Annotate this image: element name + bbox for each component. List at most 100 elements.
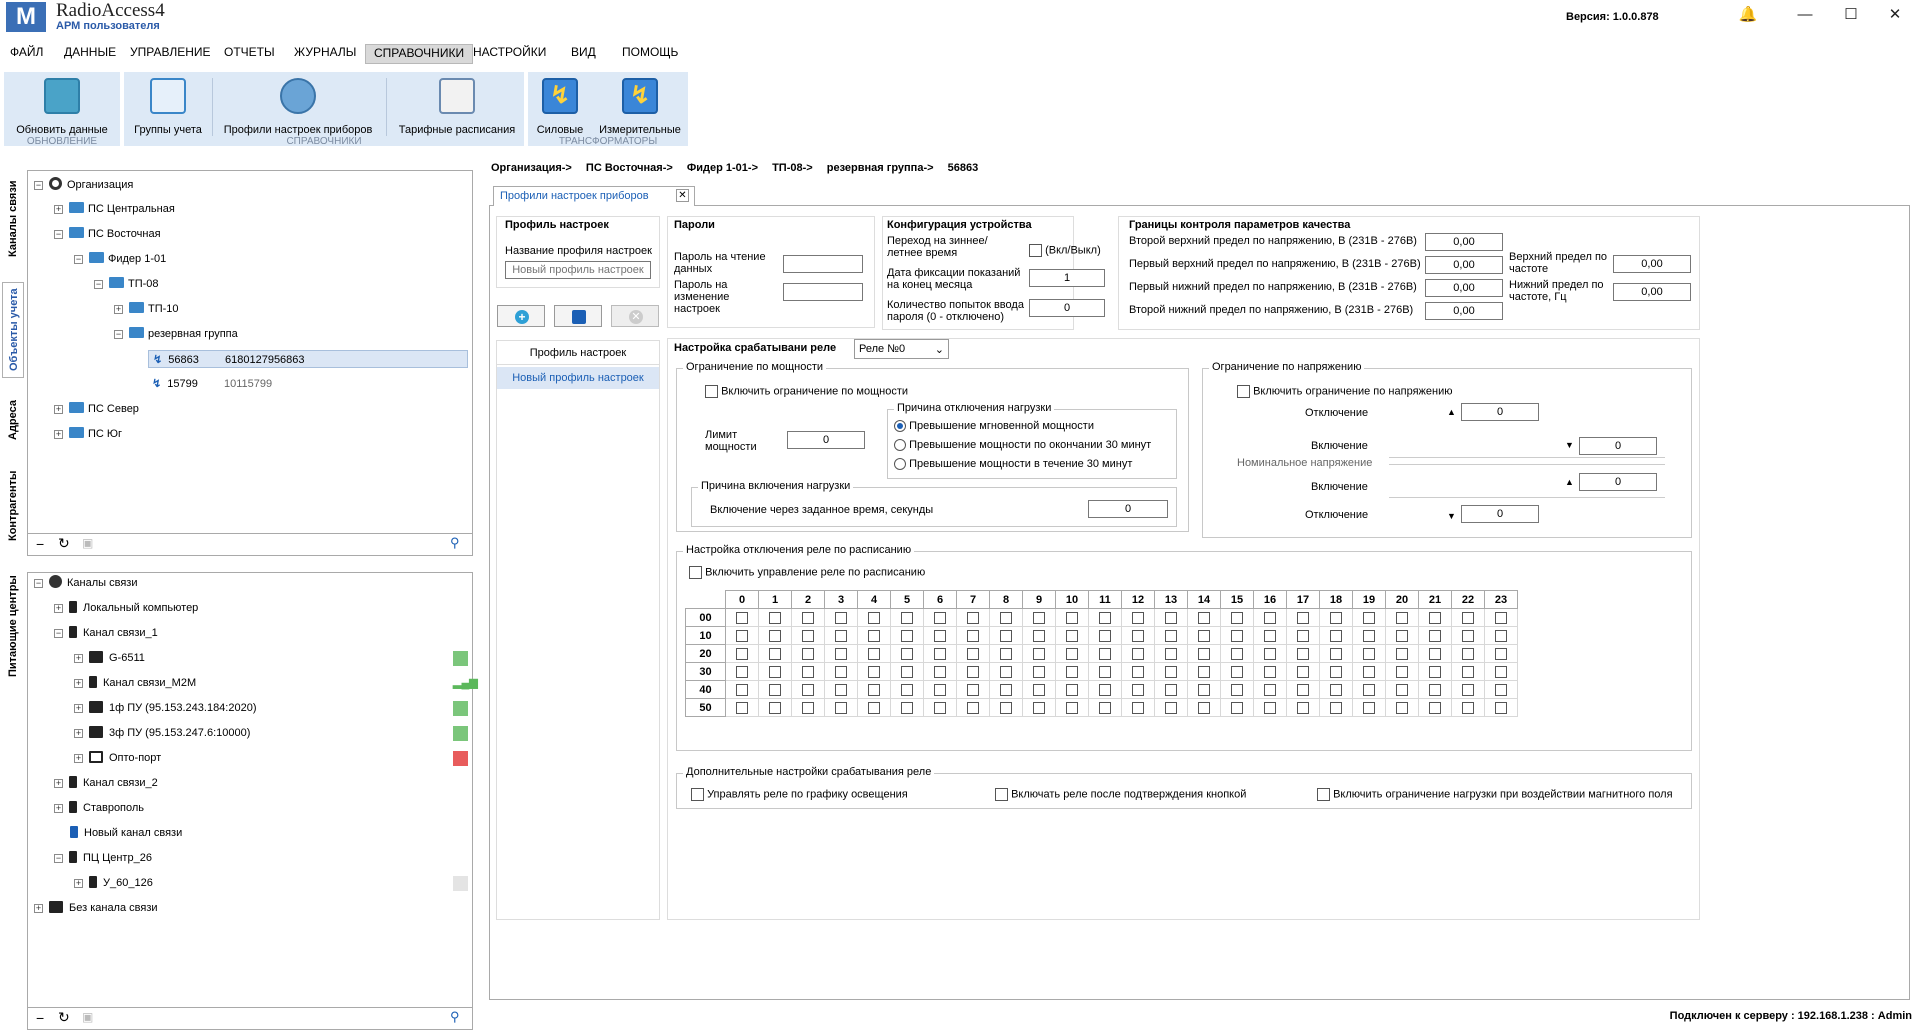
- schedule-checkbox[interactable]: [1330, 701, 1342, 714]
- reason-radio-2[interactable]: Превышение мощности по окончании 30 мину…: [894, 439, 1151, 452]
- collapse-icon[interactable]: −: [36, 1010, 44, 1026]
- schedule-checkbox[interactable]: [1363, 701, 1375, 714]
- power-transformers-button[interactable]: ↯ Силовые: [528, 72, 592, 136]
- schedule-checkbox[interactable]: [934, 611, 946, 624]
- schedule-checkbox[interactable]: [769, 665, 781, 678]
- schedule-checkbox[interactable]: [1297, 701, 1309, 714]
- tree-node[interactable]: + ПС Центральная: [54, 200, 175, 218]
- schedule-checkbox[interactable]: [1066, 611, 1078, 624]
- profile-name-input[interactable]: [505, 261, 651, 279]
- schedule-checkbox[interactable]: [1033, 647, 1045, 660]
- schedule-checkbox[interactable]: [769, 701, 781, 714]
- schedule-checkbox[interactable]: [736, 629, 748, 642]
- refresh-icon[interactable]: ↻: [58, 535, 70, 552]
- minimize-button[interactable]: —: [1790, 4, 1820, 26]
- schedule-checkbox[interactable]: [901, 665, 913, 678]
- fix-date-input[interactable]: [1029, 269, 1105, 287]
- schedule-checkbox[interactable]: [1231, 611, 1243, 624]
- menu-data[interactable]: ДАННЫЕ: [56, 44, 124, 64]
- schedule-checkbox[interactable]: [1429, 683, 1441, 696]
- schedule-checkbox[interactable]: [1495, 665, 1507, 678]
- voltage-upper2-input[interactable]: [1425, 233, 1503, 251]
- close-tab-icon[interactable]: ✕: [676, 189, 689, 202]
- schedule-checkbox[interactable]: [1132, 629, 1144, 642]
- schedule-checkbox[interactable]: [1165, 611, 1177, 624]
- schedule-checkbox[interactable]: [769, 611, 781, 624]
- schedule-checkbox[interactable]: [901, 611, 913, 624]
- schedule-checkbox[interactable]: [868, 701, 880, 714]
- schedule-checkbox[interactable]: [1231, 683, 1243, 696]
- schedule-checkbox[interactable]: [1462, 701, 1474, 714]
- tree-node[interactable]: +1ф ПУ (95.153.243.184:2020): [74, 699, 257, 717]
- schedule-checkbox[interactable]: [1033, 683, 1045, 696]
- schedule-checkbox[interactable]: [1033, 629, 1045, 642]
- schedule-checkbox[interactable]: [1462, 665, 1474, 678]
- on-delay-input[interactable]: [1088, 500, 1168, 518]
- schedule-checkbox[interactable]: [901, 629, 913, 642]
- schedule-checkbox[interactable]: [967, 629, 979, 642]
- schedule-checkbox[interactable]: [901, 701, 913, 714]
- change-password-input[interactable]: [783, 283, 863, 301]
- schedule-checkbox[interactable]: [736, 647, 748, 660]
- delete-profile-button[interactable]: ✕: [611, 305, 659, 327]
- schedule-checkbox[interactable]: [835, 611, 847, 624]
- schedule-checkbox[interactable]: [934, 647, 946, 660]
- schedule-checkbox[interactable]: [1330, 665, 1342, 678]
- schedule-checkbox[interactable]: [1231, 629, 1243, 642]
- search-icon[interactable]: ⚲: [450, 535, 460, 551]
- tree-node[interactable]: + Без канала связи: [34, 899, 158, 917]
- schedule-checkbox[interactable]: [835, 629, 847, 642]
- schedule-checkbox[interactable]: [1000, 665, 1012, 678]
- schedule-checkbox[interactable]: [1033, 701, 1045, 714]
- schedule-checkbox[interactable]: [835, 647, 847, 660]
- schedule-checkbox[interactable]: [868, 611, 880, 624]
- device-profiles-button[interactable]: Профили настроек приборов: [214, 72, 382, 136]
- menu-control[interactable]: УПРАВЛЕНИЕ: [122, 44, 219, 64]
- tree-node[interactable]: − ТП-08: [94, 275, 159, 293]
- schedule-checkbox[interactable]: [1396, 701, 1408, 714]
- magnetic-field-checkbox[interactable]: Включить ограничение нагрузки при воздей…: [1317, 788, 1673, 801]
- schedule-checkbox[interactable]: [1198, 701, 1210, 714]
- schedule-checkbox[interactable]: [1165, 683, 1177, 696]
- button-confirm-checkbox[interactable]: Включать реле после подтверждения кнопко…: [995, 788, 1246, 801]
- schedule-checkbox[interactable]: [835, 701, 847, 714]
- schedule-checkbox[interactable]: [1396, 647, 1408, 660]
- tree-node[interactable]: + Ставрополь: [54, 799, 144, 817]
- schedule-checkbox[interactable]: [1198, 611, 1210, 624]
- schedule-checkbox[interactable]: [1462, 629, 1474, 642]
- tree-node-channels[interactable]: − Каналы связи: [34, 574, 137, 592]
- schedule-enable-checkbox[interactable]: Включить управление реле по расписанию: [689, 566, 925, 579]
- schedule-checkbox[interactable]: [802, 683, 814, 696]
- schedule-checkbox[interactable]: [736, 701, 748, 714]
- schedule-checkbox[interactable]: [934, 683, 946, 696]
- schedule-checkbox[interactable]: [1429, 647, 1441, 660]
- schedule-checkbox[interactable]: [769, 629, 781, 642]
- tree-node[interactable]: − Фидер 1-01: [74, 250, 166, 268]
- schedule-checkbox[interactable]: [868, 665, 880, 678]
- schedule-checkbox[interactable]: [1099, 629, 1111, 642]
- schedule-checkbox[interactable]: [1000, 647, 1012, 660]
- refresh-icon[interactable]: ↻: [58, 1009, 70, 1026]
- tree-node[interactable]: +3ф ПУ (95.153.247.6:10000): [74, 724, 250, 742]
- schedule-checkbox[interactable]: [1132, 647, 1144, 660]
- schedule-checkbox[interactable]: [1165, 629, 1177, 642]
- schedule-checkbox[interactable]: [802, 611, 814, 624]
- schedule-checkbox[interactable]: [1495, 683, 1507, 696]
- schedule-checkbox[interactable]: [1264, 629, 1276, 642]
- schedule-checkbox[interactable]: [1297, 665, 1309, 678]
- tree-node[interactable]: + ПС Юг: [54, 425, 122, 443]
- power-limit-input[interactable]: [787, 431, 865, 449]
- power-limit-checkbox[interactable]: Включить ограничение по мощности: [705, 385, 908, 398]
- schedule-checkbox[interactable]: [1000, 683, 1012, 696]
- relay-select[interactable]: Реле №0 ⌄: [854, 339, 949, 359]
- tree-node-meter-selected[interactable]: ↯ 56863 6180127956863: [148, 350, 468, 368]
- collapse-icon[interactable]: −: [36, 536, 44, 552]
- schedule-checkbox[interactable]: [1000, 629, 1012, 642]
- schedule-checkbox[interactable]: [1363, 629, 1375, 642]
- schedule-checkbox[interactable]: [802, 701, 814, 714]
- schedule-checkbox[interactable]: [1429, 665, 1441, 678]
- schedule-checkbox[interactable]: [868, 629, 880, 642]
- accounting-groups-button[interactable]: Группы учета: [124, 72, 212, 136]
- schedule-checkbox[interactable]: [1165, 647, 1177, 660]
- export-icon[interactable]: ▣: [82, 1010, 93, 1024]
